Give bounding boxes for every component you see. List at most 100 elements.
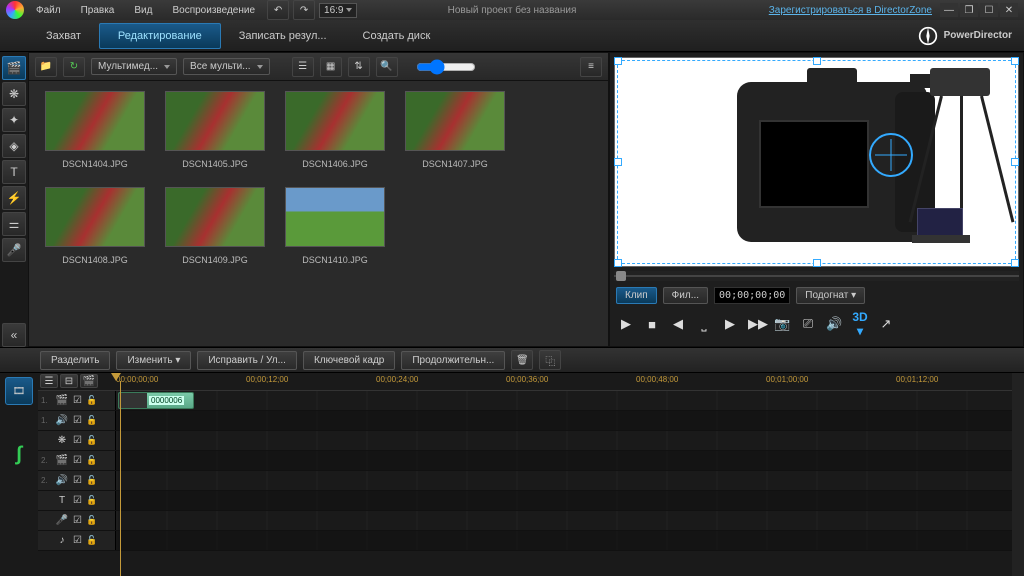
lock-toggle[interactable]: 🔓: [86, 455, 97, 466]
clip-mode-button[interactable]: Клип: [616, 287, 657, 304]
tab-capture[interactable]: Захват: [28, 24, 99, 48]
voiceover-room-button[interactable]: 🎤: [2, 238, 26, 262]
menu-file[interactable]: Файл: [28, 3, 69, 18]
playhead-line[interactable]: [120, 381, 121, 576]
track-collapse-button[interactable]: ⊟: [60, 374, 78, 388]
aspect-ratio-selector[interactable]: 16:9: [319, 3, 356, 18]
track-view-button[interactable]: ☰: [40, 374, 58, 388]
particle-room-button[interactable]: ◈: [2, 134, 26, 158]
expand-button[interactable]: «: [2, 323, 26, 347]
visibility-toggle[interactable]: ☑: [73, 395, 82, 406]
view-details-button[interactable]: ☰: [292, 57, 314, 77]
resize-handle[interactable]: [813, 259, 821, 267]
menu-view[interactable]: Вид: [126, 3, 160, 18]
timeline-view-button[interactable]: 🎞: [5, 377, 33, 405]
video-track-2[interactable]: 2.🎬☑🔓: [38, 451, 1012, 471]
track-add-button[interactable]: 🎬: [80, 374, 98, 388]
media-thumb[interactable]: DSCN1410.JPG: [285, 187, 385, 265]
media-type-dropdown[interactable]: Мультимед...: [91, 58, 177, 75]
media-thumb[interactable]: DSCN1404.JPG: [45, 91, 145, 169]
selection-box[interactable]: [617, 60, 1016, 264]
search-button[interactable]: 🔍: [376, 57, 398, 77]
media-thumb[interactable]: DSCN1409.JPG: [165, 187, 265, 265]
menu-edit[interactable]: Правка: [73, 3, 123, 18]
volume-button[interactable]: 🔊: [826, 316, 842, 332]
3d-button[interactable]: 3D ▾: [852, 310, 868, 338]
visibility-toggle[interactable]: ☑: [73, 515, 82, 526]
media-thumb[interactable]: DSCN1408.JPG: [45, 187, 145, 265]
resize-handle[interactable]: [1011, 57, 1019, 65]
import-button[interactable]: 📁: [35, 57, 57, 77]
resize-handle[interactable]: [614, 259, 622, 267]
tab-create-disc[interactable]: Создать диск: [345, 24, 449, 48]
restore-button[interactable]: ❐: [960, 3, 978, 17]
register-link[interactable]: Зарегистрироваться в DirectorZone: [769, 5, 932, 16]
video-track-1[interactable]: 1.🎬☑🔓 0000006: [38, 391, 1012, 411]
undo-button[interactable]: ↶: [267, 0, 289, 20]
split-button[interactable]: Разделить: [40, 351, 110, 370]
visibility-toggle[interactable]: ☑: [73, 535, 82, 546]
display-options-button[interactable]: ⎚: [800, 316, 816, 332]
thumb-size-slider[interactable]: [416, 59, 476, 75]
visibility-toggle[interactable]: ☑: [73, 435, 82, 446]
lock-toggle[interactable]: 🔓: [86, 435, 97, 446]
preview-canvas[interactable]: [614, 57, 1019, 267]
preview-scrubber[interactable]: [614, 271, 1019, 281]
fast-forward-button[interactable]: ▶▶: [748, 316, 764, 332]
delete-button[interactable]: 🗑: [511, 350, 533, 370]
title-track[interactable]: T☑🔓: [38, 491, 1012, 511]
modify-button[interactable]: Изменить ▾: [116, 351, 191, 370]
music-track[interactable]: ♪☑🔓: [38, 531, 1012, 551]
resize-handle[interactable]: [813, 57, 821, 65]
mixing-room-button[interactable]: ⚌: [2, 212, 26, 236]
resize-handle[interactable]: [1011, 158, 1019, 166]
view-grid-button[interactable]: ▦: [320, 57, 342, 77]
redo-button[interactable]: ↷: [293, 0, 315, 20]
visibility-toggle[interactable]: ☑: [73, 455, 82, 466]
more-tools-button[interactable]: ⿻: [539, 350, 561, 370]
fix-enhance-button[interactable]: Исправить / Ул...: [197, 351, 297, 370]
visibility-toggle[interactable]: ☑: [73, 475, 82, 486]
refresh-button[interactable]: ↻: [63, 57, 85, 77]
timeline-ruler[interactable]: ☰ ⊟ 🎬 00;00;00;00 00;00;12;00 00;00;24;0…: [38, 373, 1012, 391]
snapshot-button[interactable]: 📷: [774, 316, 790, 332]
close-button[interactable]: ✕: [1000, 3, 1018, 17]
undock-button[interactable]: ↗: [878, 316, 894, 332]
sort-button[interactable]: ⇅: [348, 57, 370, 77]
media-thumb[interactable]: DSCN1405.JPG: [165, 91, 265, 169]
play-button[interactable]: ▶: [618, 316, 634, 332]
pip-room-button[interactable]: ✦: [2, 108, 26, 132]
timeline-scrollbar[interactable]: [1012, 373, 1024, 576]
visibility-toggle[interactable]: ☑: [73, 495, 82, 506]
effect-room-button[interactable]: ❋: [2, 82, 26, 106]
library-menu-button[interactable]: ≡: [580, 57, 602, 77]
next-frame-button[interactable]: ▶: [722, 316, 738, 332]
movie-mode-button[interactable]: Фил...: [663, 287, 708, 304]
timecode-display[interactable]: 00;00;00;00: [714, 287, 790, 304]
lock-toggle[interactable]: 🔓: [86, 535, 97, 546]
menu-playback[interactable]: Воспроизведение: [164, 3, 263, 18]
minimize-button[interactable]: —: [940, 3, 958, 17]
resize-handle[interactable]: [614, 158, 622, 166]
media-thumb[interactable]: DSCN1407.JPG: [405, 91, 505, 169]
lock-toggle[interactable]: 🔓: [86, 495, 97, 506]
lock-toggle[interactable]: 🔓: [86, 475, 97, 486]
duration-button[interactable]: Продолжительн...: [401, 351, 505, 370]
tab-edit[interactable]: Редактирование: [99, 23, 221, 49]
resize-handle[interactable]: [614, 57, 622, 65]
title-room-button[interactable]: T: [2, 160, 26, 184]
mark-in-button[interactable]: ⎵: [696, 316, 712, 332]
prev-frame-button[interactable]: ◀: [670, 316, 686, 332]
lock-toggle[interactable]: 🔓: [86, 415, 97, 426]
timeline-clip[interactable]: 0000006: [118, 392, 194, 409]
voice-track[interactable]: 🎤☑🔓: [38, 511, 1012, 531]
fit-button[interactable]: Подогнат ▾: [796, 287, 865, 304]
storyboard-view-button[interactable]: ∫: [16, 443, 21, 466]
transition-room-button[interactable]: ⚡: [2, 186, 26, 210]
lock-toggle[interactable]: 🔓: [86, 395, 97, 406]
tab-produce[interactable]: Записать резул...: [221, 24, 345, 48]
resize-handle[interactable]: [1011, 259, 1019, 267]
audio-track-2[interactable]: 2.🔊☑🔓: [38, 471, 1012, 491]
audio-track-1[interactable]: 1.🔊☑🔓: [38, 411, 1012, 431]
media-thumb[interactable]: DSCN1406.JPG: [285, 91, 385, 169]
